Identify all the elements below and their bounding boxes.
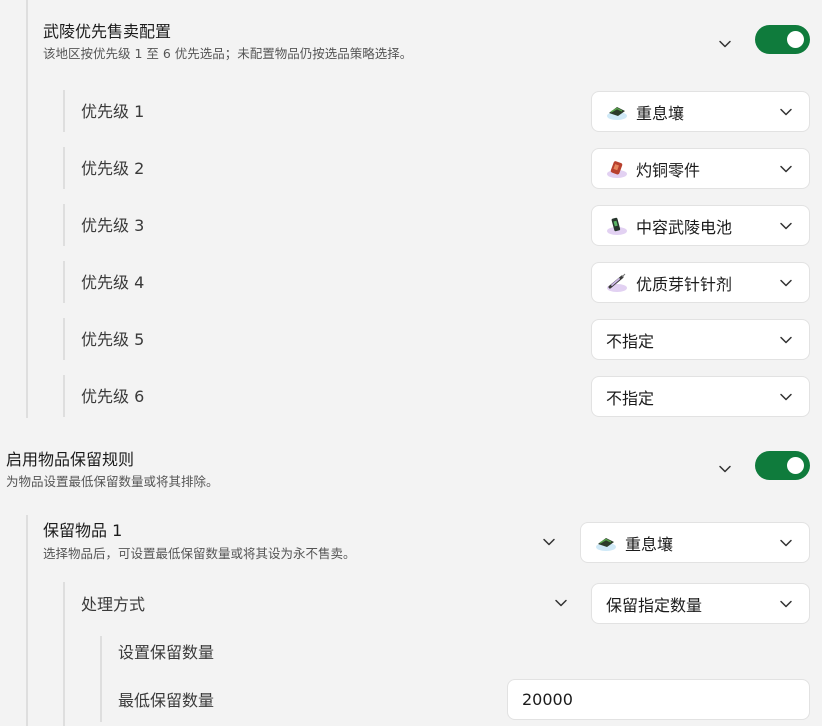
row-guide-line	[63, 204, 65, 246]
chevron-down-icon[interactable]	[717, 461, 733, 477]
chevron-down-icon	[779, 536, 793, 550]
row-guide-line	[63, 90, 65, 132]
priority-5-value: 不指定	[606, 331, 655, 351]
retention-item-description: 选择物品后，可设置最低保留数量或将其设为永不售卖。	[43, 546, 356, 561]
priority-2-select[interactable]: 灼铜零件	[591, 148, 810, 189]
group-guide-line	[26, 515, 28, 726]
wuling-config-toggle[interactable]	[755, 25, 810, 54]
handling-mode-label: 处理方式	[81, 595, 146, 614]
chevron-down-icon	[779, 333, 793, 347]
battery-icon	[606, 215, 628, 237]
chevron-down-icon	[779, 162, 793, 176]
wuling-config-description: 该地区按优先级 1 至 6 优先选品；未配置物品仍按选品策略选择。	[43, 46, 413, 61]
toggle-knob	[787, 457, 804, 474]
retention-item-value: 重息壤	[625, 534, 674, 554]
row-guide-line	[63, 261, 65, 303]
row-guide-line	[63, 375, 65, 417]
chevron-down-icon	[779, 276, 793, 290]
chevron-down-icon[interactable]	[553, 595, 569, 611]
min-quantity-input[interactable]: 20000	[507, 679, 810, 720]
syringe-icon	[606, 272, 628, 294]
chevron-down-icon	[779, 105, 793, 119]
priority-2-label: 优先级 2	[81, 159, 145, 178]
priority-6-value: 不指定	[606, 388, 655, 408]
priority-5-select[interactable]: 不指定	[591, 319, 810, 360]
wuling-config-title: 武陵优先售卖配置	[43, 22, 172, 41]
toggle-knob	[787, 31, 804, 48]
handling-mode-select[interactable]: 保留指定数量	[591, 583, 810, 624]
chevron-down-icon[interactable]	[717, 36, 733, 52]
priority-6-label: 优先级 6	[81, 387, 145, 406]
group-guide-line	[26, 0, 28, 418]
chevron-down-icon[interactable]	[541, 534, 557, 550]
priority-1-label: 优先级 1	[81, 102, 145, 121]
priority-4-label: 优先级 4	[81, 273, 145, 292]
group-guide-line	[100, 636, 102, 722]
copper-part-icon	[606, 158, 628, 180]
priority-1-select[interactable]: 重息壤	[591, 91, 810, 132]
retention-item-select[interactable]: 重息壤	[580, 522, 810, 563]
priority-3-label: 优先级 3	[81, 216, 145, 235]
retention-item-title: 保留物品 1	[43, 521, 123, 540]
quantity-section-title: 设置保留数量	[118, 643, 215, 662]
soil-icon	[606, 101, 628, 123]
row-guide-line	[63, 147, 65, 189]
handling-mode-value: 保留指定数量	[606, 595, 703, 615]
priority-2-value: 灼铜零件	[636, 160, 701, 180]
priority-4-value: 优质芽针针剂	[636, 274, 733, 294]
min-quantity-label: 最低保留数量	[118, 691, 215, 710]
chevron-down-icon	[779, 219, 793, 233]
retention-rules-description: 为物品设置最低保留数量或将其排除。	[6, 474, 219, 489]
priority-1-value: 重息壤	[636, 103, 685, 123]
priority-3-value: 中容武陵电池	[636, 217, 733, 237]
priority-5-label: 优先级 5	[81, 330, 145, 349]
priority-6-select[interactable]: 不指定	[591, 376, 810, 417]
priority-3-select[interactable]: 中容武陵电池	[591, 205, 810, 246]
retention-rules-title: 启用物品保留规则	[6, 450, 135, 469]
chevron-down-icon	[779, 597, 793, 611]
soil-icon	[595, 532, 617, 554]
chevron-down-icon	[779, 390, 793, 404]
row-guide-line	[63, 318, 65, 360]
group-guide-line	[63, 582, 65, 726]
retention-rules-toggle[interactable]	[755, 451, 810, 480]
priority-4-select[interactable]: 优质芽针针剂	[591, 262, 810, 303]
